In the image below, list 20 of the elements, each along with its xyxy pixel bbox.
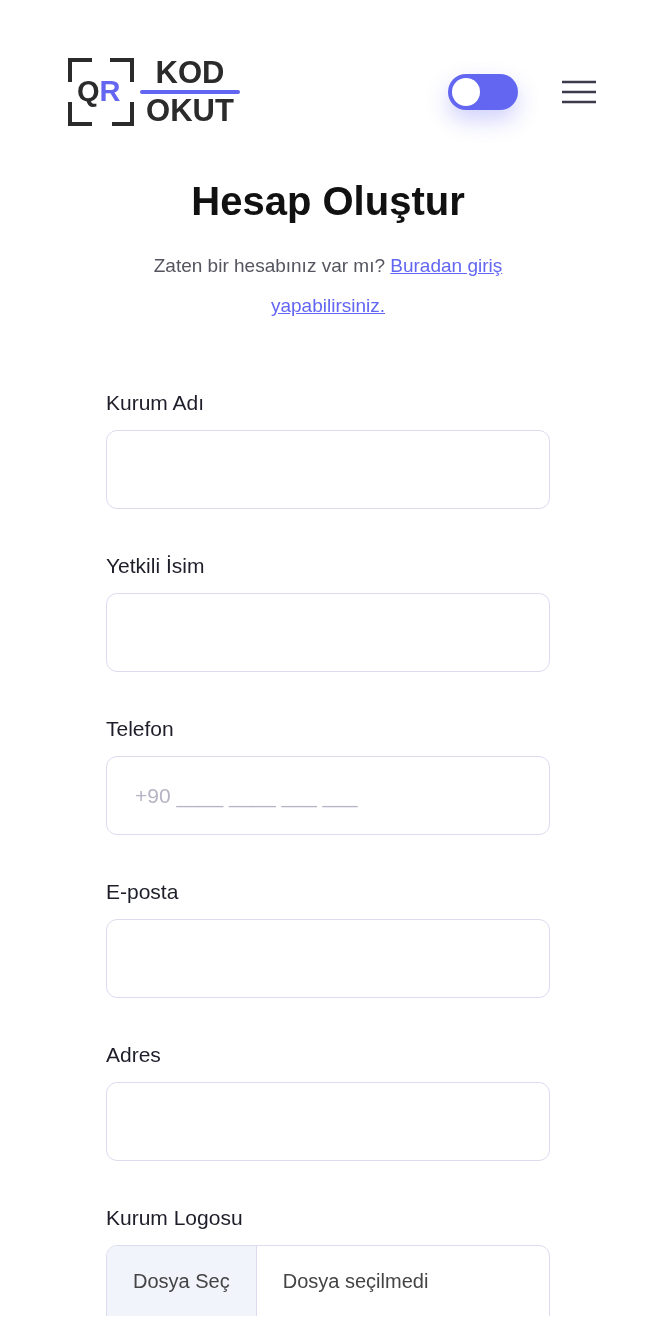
field-label: Kurum Logosu — [106, 1205, 244, 1231]
input-field[interactable]: +90 ____ ____ ___ ___ — [106, 756, 550, 835]
choose-file-button[interactable]: Dosya Seç — [107, 1246, 257, 1316]
signin-prompt: Zaten bir hesabınız var mı? Buradan giriş yapabilirsiniz. — [152, 254, 504, 318]
page-title: Hesap Oluştur — [190, 178, 466, 225]
signin-link[interactable]: yapabilirsiniz. — [270, 295, 385, 316]
file-field[interactable]: Dosya Seç Dosya seçilmedi — [106, 1245, 550, 1316]
field-label: Kurum Adı — [106, 390, 206, 416]
signin-link[interactable]: Buradan giriş — [390, 255, 503, 276]
input-field[interactable] — [106, 430, 550, 509]
field-label: Adres — [106, 1042, 162, 1068]
field-label: E-posta — [106, 879, 180, 905]
input-field[interactable] — [106, 919, 550, 998]
field-label: Telefon — [106, 716, 175, 742]
input-field[interactable] — [106, 1082, 550, 1161]
theme-toggle[interactable] — [448, 74, 518, 110]
menu-icon[interactable] — [562, 80, 596, 104]
field-label: Yetkili İsim — [106, 553, 206, 579]
input-field[interactable] — [106, 593, 550, 672]
file-status: Dosya seçilmedi — [281, 1269, 430, 1294]
